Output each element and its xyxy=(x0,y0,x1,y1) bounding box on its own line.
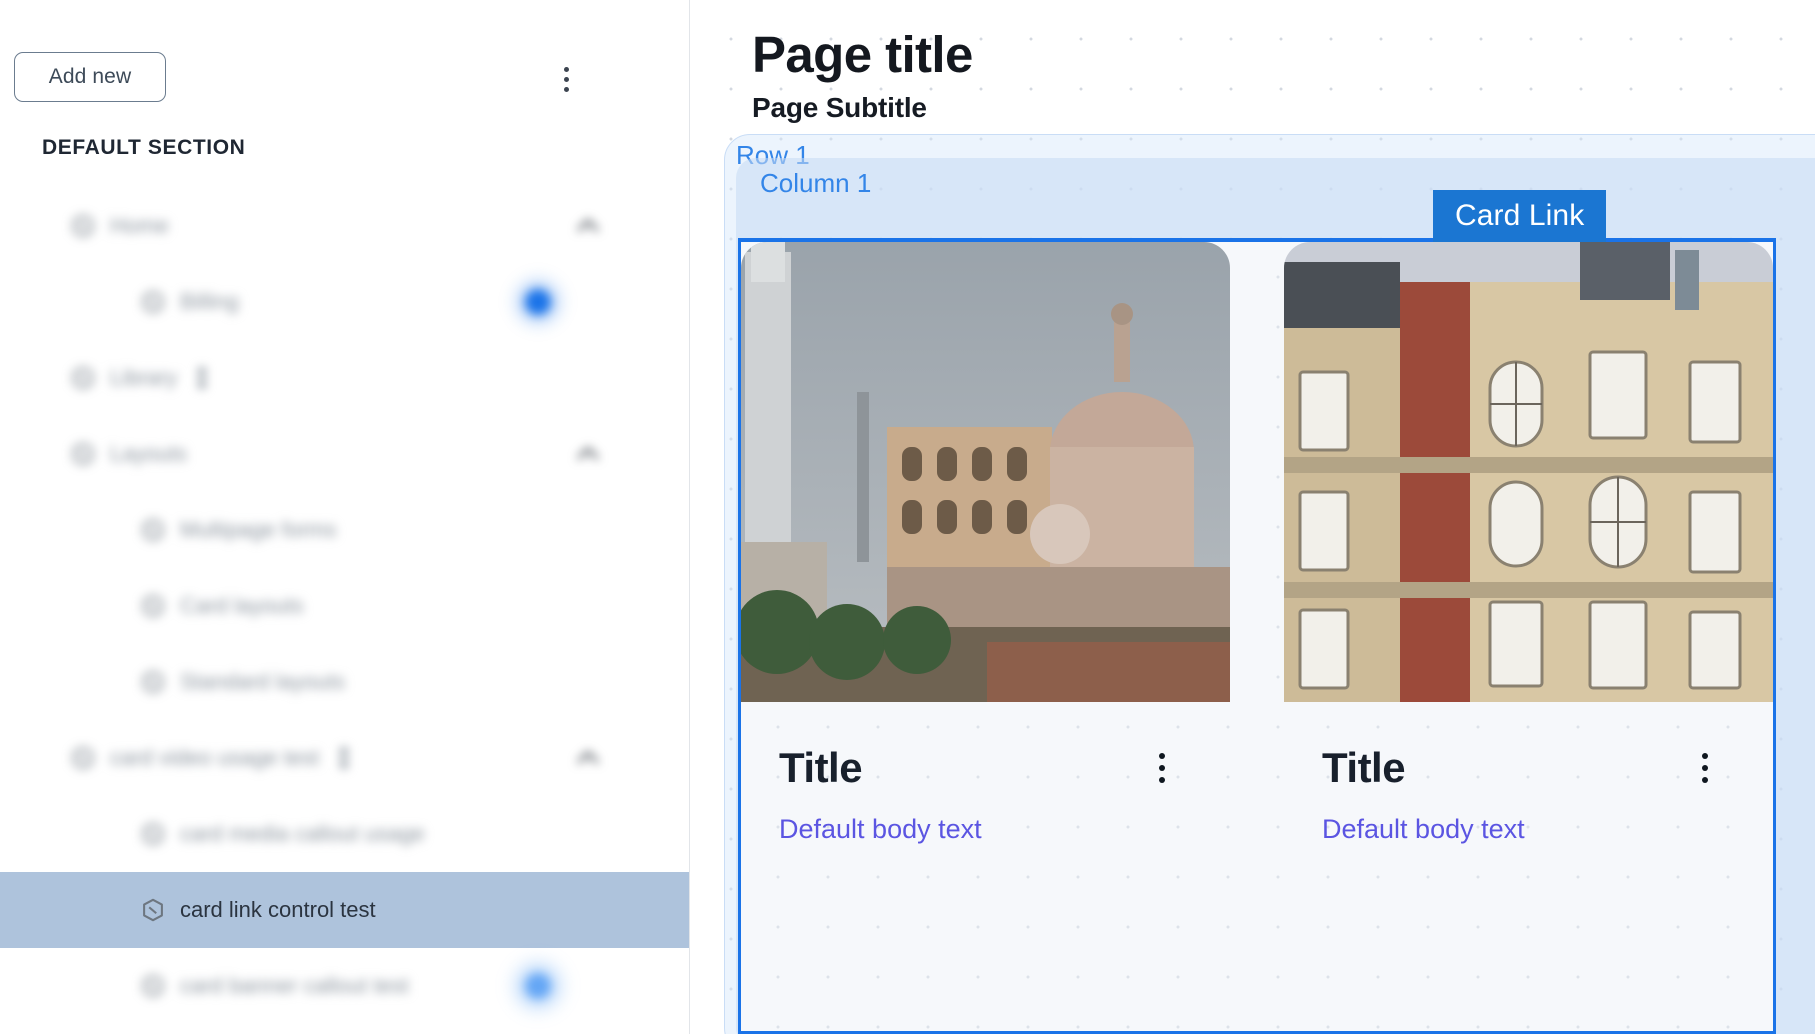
editor-canvas[interactable]: Page title Page Subtitle Row 1 Column 1 xyxy=(690,0,1815,1034)
sidebar-item-card-layouts[interactable]: Card layouts xyxy=(0,568,689,644)
sidebar-item-billing[interactable]: Billing xyxy=(0,264,689,340)
sidebar-item-label: card banner callout test xyxy=(180,973,409,998)
app-root: Add new DEFAULT SECTION Home Billing Libra… xyxy=(0,0,1815,1034)
card-kebab-menu-icon[interactable] xyxy=(1693,750,1717,786)
column-label: Column 1 xyxy=(760,168,872,198)
card-image[interactable] xyxy=(741,242,1230,702)
page-node-icon xyxy=(70,440,96,468)
sidebar-item-label: Standard layouts xyxy=(180,669,346,694)
card-body: Title Default body text xyxy=(1284,702,1773,845)
sidebar-header: Add new xyxy=(0,0,689,130)
status-dot xyxy=(525,973,551,999)
page-subtitle: Page Subtitle xyxy=(752,92,927,124)
card-body-text: Default body text xyxy=(779,814,982,844)
dot xyxy=(563,76,569,82)
dot xyxy=(1702,753,1708,759)
card[interactable]: Title Default body text xyxy=(1284,242,1773,845)
sidebar-item-label: card video usage test xyxy=(110,745,320,770)
sidebar-item-standard-layouts[interactable]: Standard layouts xyxy=(0,644,689,720)
card-link-component[interactable]: Title Default body text Title Default bo… xyxy=(738,238,1776,1034)
sidebar-item-card-media-callout-usage[interactable]: card media callout usage xyxy=(0,796,689,872)
dot xyxy=(1702,777,1708,783)
sidebar: Add new DEFAULT SECTION Home Billing Libra… xyxy=(0,0,690,1034)
add-new-button[interactable]: Add new xyxy=(14,52,166,102)
page-node-icon xyxy=(140,288,166,316)
sidebar-item-layouts[interactable]: Layouts xyxy=(0,416,689,492)
page-node-icon xyxy=(140,820,166,848)
sidebar-item-card-banner-callout-test[interactable]: card banner callout test xyxy=(0,948,689,1024)
sidebar-item-home[interactable]: Home xyxy=(0,188,689,264)
dot xyxy=(1159,765,1165,771)
card[interactable]: Title Default body text xyxy=(741,242,1230,845)
component-type-badge[interactable]: Card Link xyxy=(1433,190,1607,242)
sidebar-item-label: card media callout usage xyxy=(180,821,425,846)
card-list: Title Default body text Title Default bo… xyxy=(741,242,1773,845)
chevron-up-icon[interactable] xyxy=(571,437,605,471)
chevron-up-icon[interactable] xyxy=(571,741,605,775)
sidebar-item-card-link-control-test[interactable]: card link control test xyxy=(0,872,689,948)
dot xyxy=(563,66,569,72)
card-image[interactable] xyxy=(1284,242,1773,702)
page-tree: Home Billing Library Layouts Multipage forms… xyxy=(0,188,689,1024)
item-status-badge-icon xyxy=(193,366,211,390)
dot xyxy=(1702,765,1708,771)
status-dot xyxy=(525,289,551,315)
item-status-badge-icon xyxy=(335,746,353,770)
sidebar-item-library[interactable]: Library xyxy=(0,340,689,416)
sidebar-item-label: Library xyxy=(110,365,178,390)
page-node-icon xyxy=(70,744,96,772)
dot xyxy=(1159,777,1165,783)
sidebar-item-label: Multipage forms xyxy=(180,517,337,542)
dot xyxy=(1159,753,1165,759)
dot xyxy=(563,86,569,92)
sidebar-item-label: card link control test xyxy=(180,897,376,922)
page-node-icon xyxy=(140,592,166,620)
sidebar-item-label: Layouts xyxy=(110,441,188,466)
page-header: Page title Page Subtitle xyxy=(752,26,973,124)
chevron-up-icon[interactable] xyxy=(571,209,605,243)
page-node-icon xyxy=(140,516,166,544)
sidebar-item-label: Card layouts xyxy=(180,593,304,618)
card-body-text: Default body text xyxy=(1322,814,1525,844)
sidebar-overflow-menu-icon[interactable] xyxy=(553,62,579,96)
page-node-icon xyxy=(140,972,166,1000)
card-kebab-menu-icon[interactable] xyxy=(1150,750,1174,786)
card-body: Title Default body text xyxy=(741,702,1230,845)
sidebar-item-multipage-forms[interactable]: Multipage forms xyxy=(0,492,689,568)
page-node-icon xyxy=(70,364,96,392)
page-node-icon xyxy=(70,212,96,240)
page-title: Page title xyxy=(752,26,973,83)
sidebar-item-label: Home xyxy=(110,213,169,238)
section-heading: DEFAULT SECTION xyxy=(42,136,246,159)
sidebar-item-card-video-usage-test[interactable]: card video usage test xyxy=(0,720,689,796)
page-node-icon xyxy=(140,896,166,924)
page-node-icon xyxy=(140,668,166,696)
sidebar-item-label: Billing xyxy=(180,289,239,314)
